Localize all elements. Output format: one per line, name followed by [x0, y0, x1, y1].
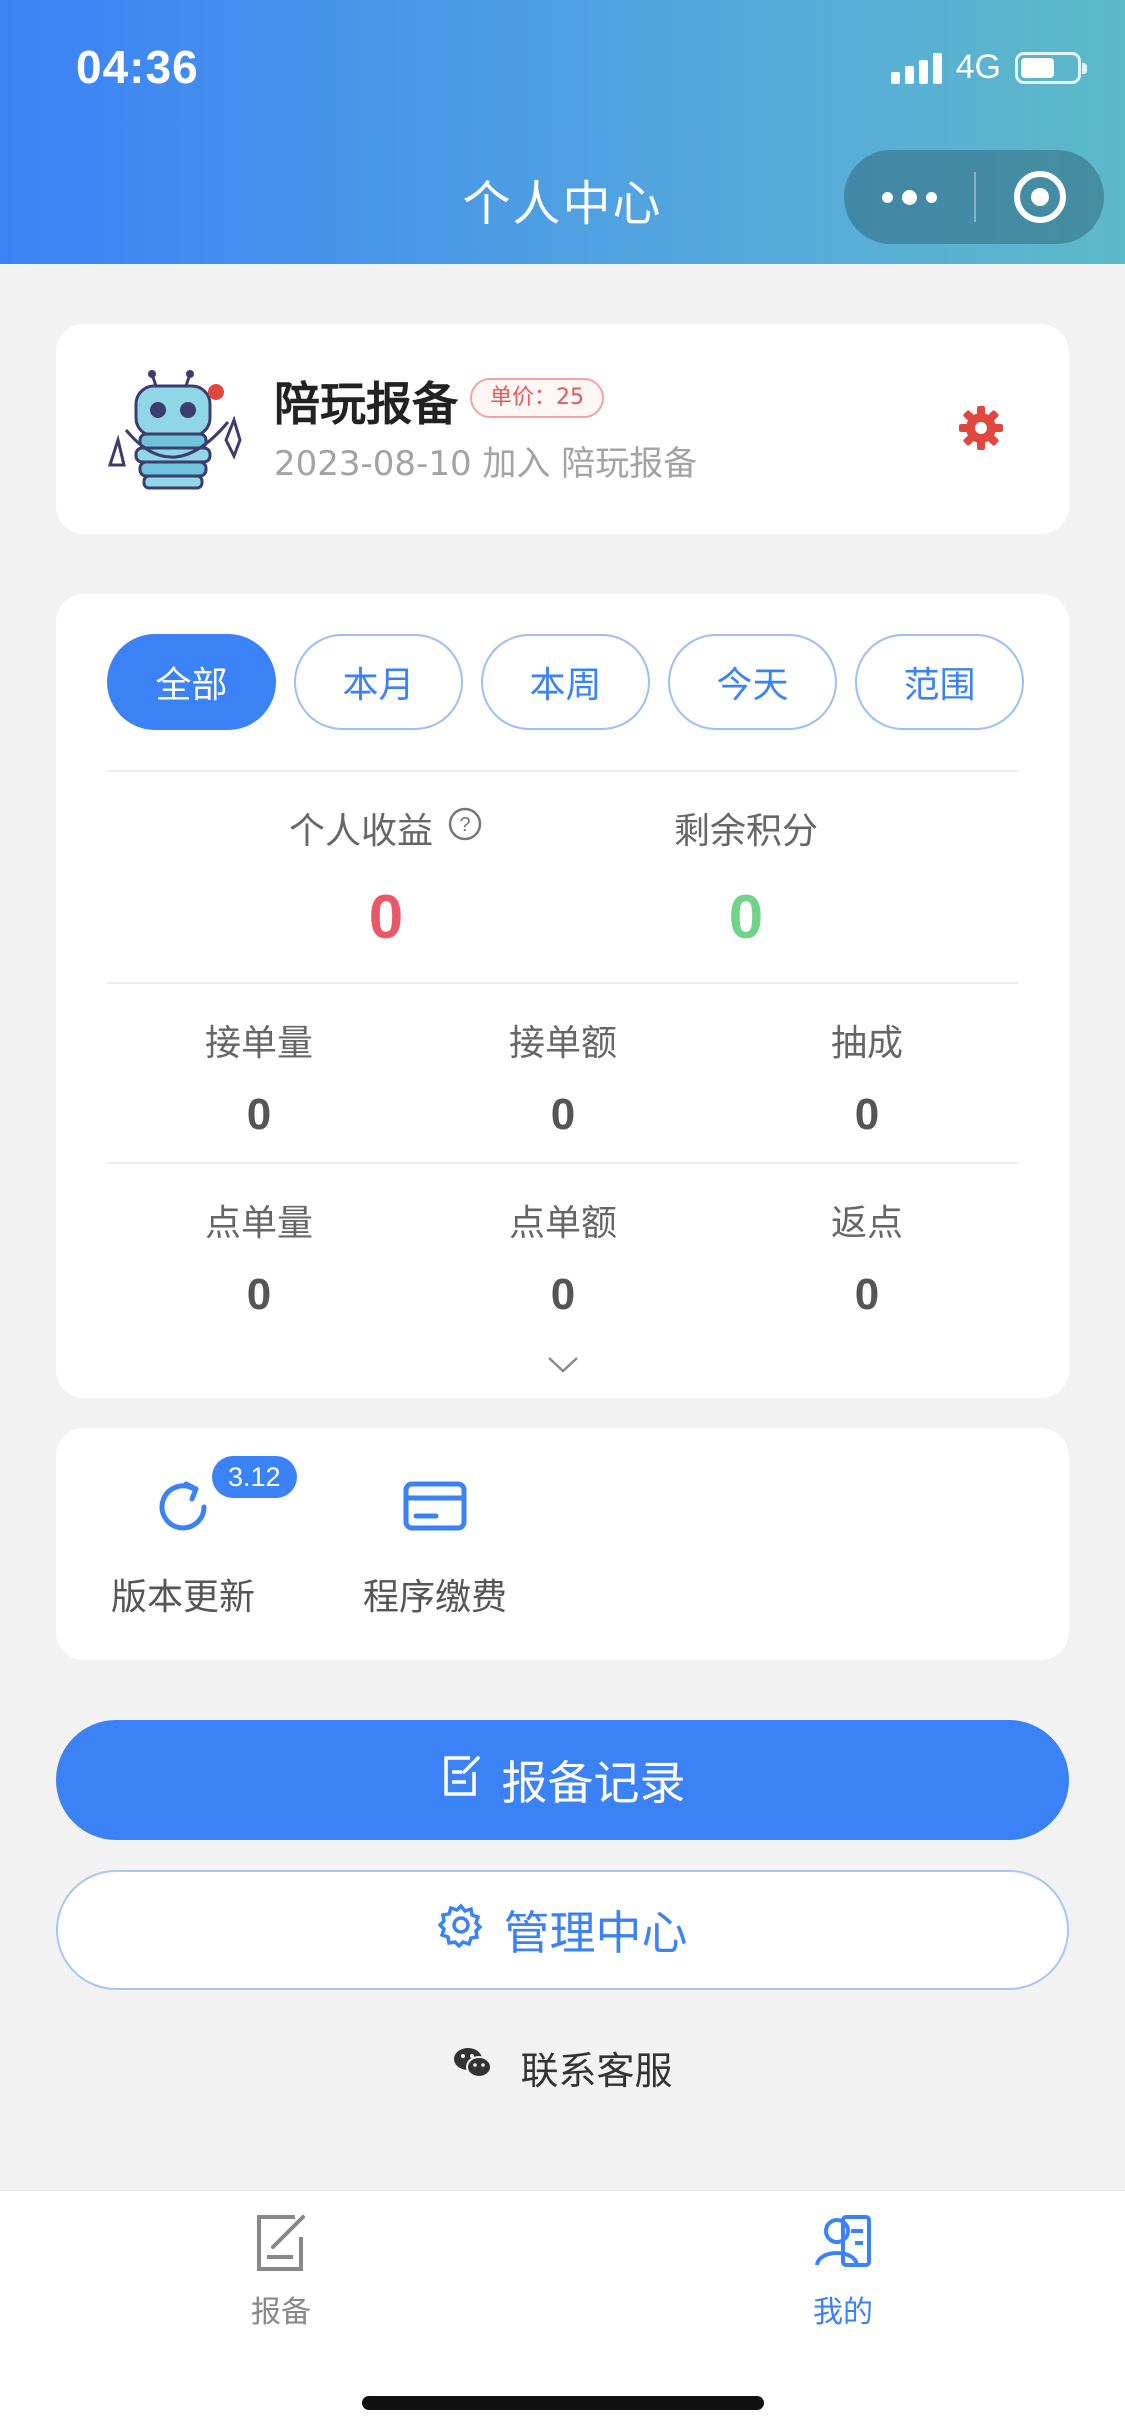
network-type: 4G: [955, 48, 1001, 86]
stat-commission: 抽成 0: [717, 1014, 1017, 1140]
records-button[interactable]: 报备记录: [56, 1720, 1069, 1840]
gear-icon: [437, 1902, 484, 1959]
stat-order-amount: 接单额 0: [413, 1014, 713, 1140]
tab-report-label: 报备: [251, 2295, 311, 2330]
stat-label: 点单量: [204, 1203, 313, 1244]
stat-orders-placed: 点单量 0: [109, 1194, 409, 1320]
robot-avatar: [98, 370, 248, 490]
mini-program-capsule: [844, 150, 1104, 244]
records-label: 报备记录: [501, 1756, 686, 1810]
contact-support-label: 联系客服: [520, 2049, 673, 2093]
filter-tabs: 全部 本月 本周 今天 范围: [107, 634, 1024, 730]
unit-price-badge: 单价：25: [470, 378, 604, 418]
stat-placed-amount: 点单额 0: [413, 1194, 713, 1320]
status-icons: 4G: [890, 48, 1087, 87]
tab-today[interactable]: 今天: [668, 634, 837, 730]
stat-label: 接单量: [204, 1023, 313, 1064]
stat-rebate: 返点 0: [717, 1194, 1017, 1320]
header-bar: 04:36 4G 个人中心: [0, 0, 1125, 264]
version-update-label: 版本更新: [110, 1577, 255, 1618]
profile-name: 陪玩报备: [274, 377, 458, 431]
divider: [107, 770, 1018, 772]
stat-label: 接单额: [508, 1023, 617, 1064]
program-payment-label: 程序缴费: [362, 1577, 507, 1618]
battery-icon: [1015, 51, 1087, 84]
profile-card: 陪玩报备 单价：25 2023-08-10 加入 陪玩报备: [56, 324, 1069, 534]
stat-orders-taken: 接单量 0: [109, 1014, 409, 1140]
svg-text:?: ?: [459, 814, 470, 836]
stat-label: 返点: [830, 1203, 903, 1244]
contact-support-link[interactable]: 联系客服: [0, 2040, 1125, 2095]
divider: [107, 982, 1018, 984]
tab-month[interactable]: 本月: [294, 634, 463, 730]
edit-doc-icon: [440, 1752, 482, 1809]
settings-gear-icon[interactable]: [957, 404, 1005, 452]
income-stat: 个人收益 ? 0: [206, 802, 566, 953]
program-payment-tool[interactable]: 程序缴费: [340, 1472, 530, 1620]
tab-week[interactable]: 本周: [481, 634, 650, 730]
stat-value: 0: [854, 1270, 880, 1319]
stat-value: 0: [550, 1270, 576, 1319]
income-label: 个人收益: [288, 811, 433, 852]
report-icon: [181, 2211, 381, 2279]
tab-all[interactable]: 全部: [107, 634, 276, 730]
status-time: 04:36: [76, 41, 199, 93]
admin-center-button[interactable]: 管理中心: [56, 1870, 1069, 1990]
profile-icon: [743, 2211, 943, 2279]
card-icon: [340, 1472, 530, 1546]
help-icon[interactable]: ?: [447, 806, 483, 851]
tab-mine-label: 我的: [813, 2295, 873, 2330]
stat-label: 抽成: [830, 1023, 903, 1064]
expand-chevron-icon[interactable]: [546, 1354, 580, 1380]
tab-range[interactable]: 范围: [855, 634, 1024, 730]
stat-value: 0: [246, 1270, 272, 1319]
home-indicator: [362, 2396, 764, 2410]
signal-icon: [890, 52, 942, 84]
close-target-icon[interactable]: [976, 169, 1104, 225]
stat-value: 0: [246, 1090, 272, 1139]
admin-center-label: 管理中心: [503, 1906, 688, 1960]
stat-value: 0: [854, 1090, 880, 1139]
wechat-icon: [452, 2045, 494, 2090]
tools-card: 版本更新 3.12 程序缴费: [56, 1428, 1069, 1660]
version-badge: 3.12: [212, 1456, 297, 1498]
points-label: 剩余积分: [673, 811, 818, 852]
tab-mine[interactable]: 我的: [743, 2211, 943, 2331]
more-icon[interactable]: [844, 189, 974, 205]
points-stat: 剩余积分 0: [566, 802, 926, 953]
join-date: 2023-08-10 加入 陪玩报备: [274, 444, 698, 484]
divider: [107, 1162, 1018, 1164]
tab-report[interactable]: 报备: [181, 2211, 381, 2331]
stat-label: 点单额: [508, 1203, 617, 1244]
stat-value: 0: [550, 1090, 576, 1139]
points-value: 0: [728, 883, 764, 952]
stats-card: 全部 本月 本周 今天 范围 个人收益 ? 0 剩余积分 0 接单量 0 接单额…: [56, 594, 1069, 1398]
income-value: 0: [368, 883, 404, 952]
